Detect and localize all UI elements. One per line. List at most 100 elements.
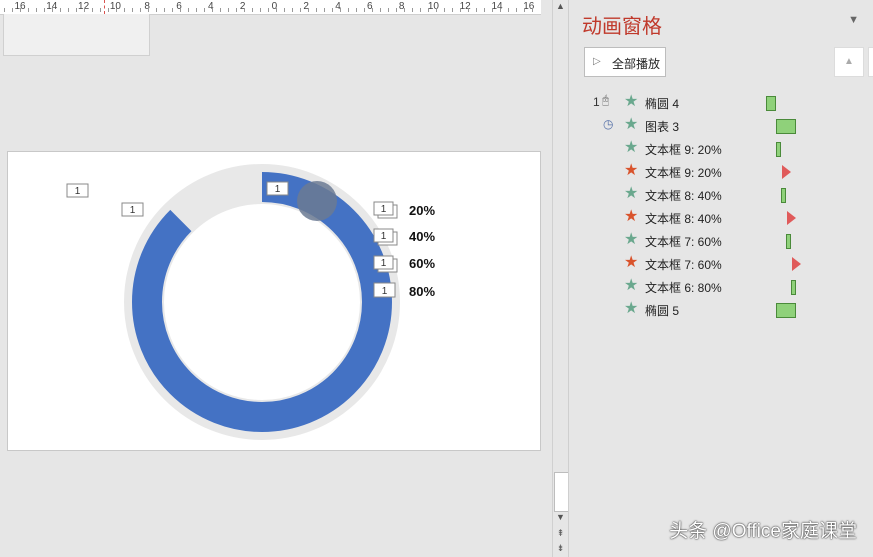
ruler-tick [132,8,133,12]
star-icon: ★ [624,231,639,248]
animation-name: 文本框 9: 20% [645,166,722,180]
legend-row-80[interactable]: 1 80% [373,282,435,299]
ruler-tick [92,8,93,12]
next-slide-icon[interactable]: ⇟ [554,542,567,555]
animation-item[interactable]: ★ 文本框 8: 40% [569,207,873,229]
previous-slide-icon[interactable]: ⇞ [554,527,567,540]
timeline-bar[interactable] [791,280,796,295]
ruler-tick [380,8,381,12]
ruler-tick [452,8,453,12]
animation-name: 文本框 7: 60% [645,235,722,249]
timeline-triangle-icon[interactable] [787,211,796,225]
ruler-tick [332,8,333,12]
ruler-tick [20,8,21,12]
ruler-tick [396,8,397,12]
timeline-triangle-icon[interactable] [782,165,791,179]
animation-name: 文本框 8: 40% [645,212,722,226]
animation-tag[interactable]: 1 [66,183,89,198]
ruler-tick [76,8,77,12]
ruler-tick [468,8,469,12]
ruler-tick [228,8,229,12]
animation-item[interactable]: ★ 文本框 8: 40% [569,184,873,206]
ruler-tick [284,8,285,12]
timeline-bar[interactable] [786,234,791,249]
play-all-button[interactable]: ▷ 全部播放 [584,47,666,77]
ruler-tick [236,8,237,12]
legend-row-60[interactable]: 1 60% [373,255,435,273]
move-down-button[interactable] [868,47,873,77]
ruler-tick [4,8,5,12]
ruler-tick [460,8,461,12]
ruler-tick [108,8,109,12]
horizontal-ruler[interactable]: 16 14 12 10 8 6 4 2 0 2 4 6 8 10 12 14 16 [0,0,541,15]
ruler-tick [148,8,149,12]
timeline-bar[interactable] [781,188,786,203]
timeline-bar[interactable] [776,142,781,157]
vertical-scrollbar[interactable]: ▲ ▼ ⇞ ⇟ [552,0,569,557]
scrollbar-thumb[interactable] [554,472,569,512]
star-icon: ★ [624,139,639,156]
ruler-tick [420,8,421,12]
star-icon: ★ [624,185,639,202]
oval-marker[interactable] [297,181,337,221]
animation-item[interactable]: ★ 文本框 9: 20% [569,138,873,160]
scroll-down-arrow-icon[interactable]: ▼ [554,511,567,524]
animation-tag[interactable]: 1 [266,181,289,196]
ruler-tick [292,8,293,12]
ruler-tick [28,8,29,12]
animation-item[interactable]: ★ 文本框 9: 20% [569,161,873,183]
star-icon: ★ [624,277,639,294]
ruler-tick [84,8,85,12]
ruler-number: 10 [427,1,439,12]
ruler-tick [212,8,213,12]
ruler-tick [492,8,493,12]
legend-label: 80% [409,284,435,299]
legend-label: 40% [409,229,435,244]
ruler-tick [340,8,341,12]
animation-name: 文本框 7: 60% [645,258,722,272]
animation-tag[interactable]: 1 [121,202,144,217]
animation-item[interactable]: ◷ ★ 图表 3 [569,115,873,137]
ruler-tick [364,8,365,12]
ruler-tick [68,8,69,12]
play-all-label: 全部播放 [612,57,661,71]
ruler-tick [268,8,269,12]
animation-tag-number: 1 [275,184,281,195]
ruler-tick [532,8,533,12]
animation-item[interactable]: ★ 文本框 7: 60% [569,230,873,252]
timeline-bar[interactable] [776,303,796,318]
ruler-tick [52,8,53,12]
animation-item[interactable]: ★ 椭圆 5 [569,299,873,321]
scroll-up-arrow-icon[interactable]: ▲ [554,0,567,13]
ruler-tick [164,8,165,12]
ruler-tick [180,8,181,12]
ruler-tick [388,8,389,12]
slide-canvas[interactable]: 1 1 1 1 20% 1 40% 1 60% 1 80% [7,151,541,451]
legend-row-40[interactable]: 1 40% [373,228,435,246]
animation-name: 图表 3 [645,120,680,134]
legend-row-20[interactable]: 1 20% [373,201,435,219]
ruler-tick [220,8,221,12]
legend-label: 60% [409,256,435,271]
animation-item[interactable]: ★ 文本框 7: 60% [569,253,873,275]
timeline-triangle-icon[interactable] [792,257,801,271]
pane-menu-icon[interactable]: ▼ [848,14,859,26]
animation-item[interactable]: ★ 文本框 6: 80% [569,276,873,298]
animation-pane: 动画窗格 ▼ ▷ 全部播放 ▲ 1 🖰 ★ 椭圆 4 ◷ ★ 图表 3 ★ 文本… [569,0,873,557]
play-icon: ▷ [593,56,601,67]
animation-item[interactable]: 1 🖰 ★ 椭圆 4 [569,92,873,114]
animation-tag-number: 1 [381,204,387,215]
ruler-tick [204,8,205,12]
ruler-tick [348,8,349,12]
move-up-icon[interactable]: ▲ [834,47,864,77]
star-icon: ★ [624,93,639,110]
timeline-bar[interactable] [766,96,776,111]
slide-thumbnail[interactable] [3,14,150,56]
ruler-tick [444,8,445,12]
timeline-bar[interactable] [776,119,796,134]
ruler-tick [60,8,61,12]
ruler-tick [356,8,357,12]
ruler-tick [188,8,189,12]
ruler-tick [36,8,37,12]
ruler-number: 12 [459,1,471,12]
